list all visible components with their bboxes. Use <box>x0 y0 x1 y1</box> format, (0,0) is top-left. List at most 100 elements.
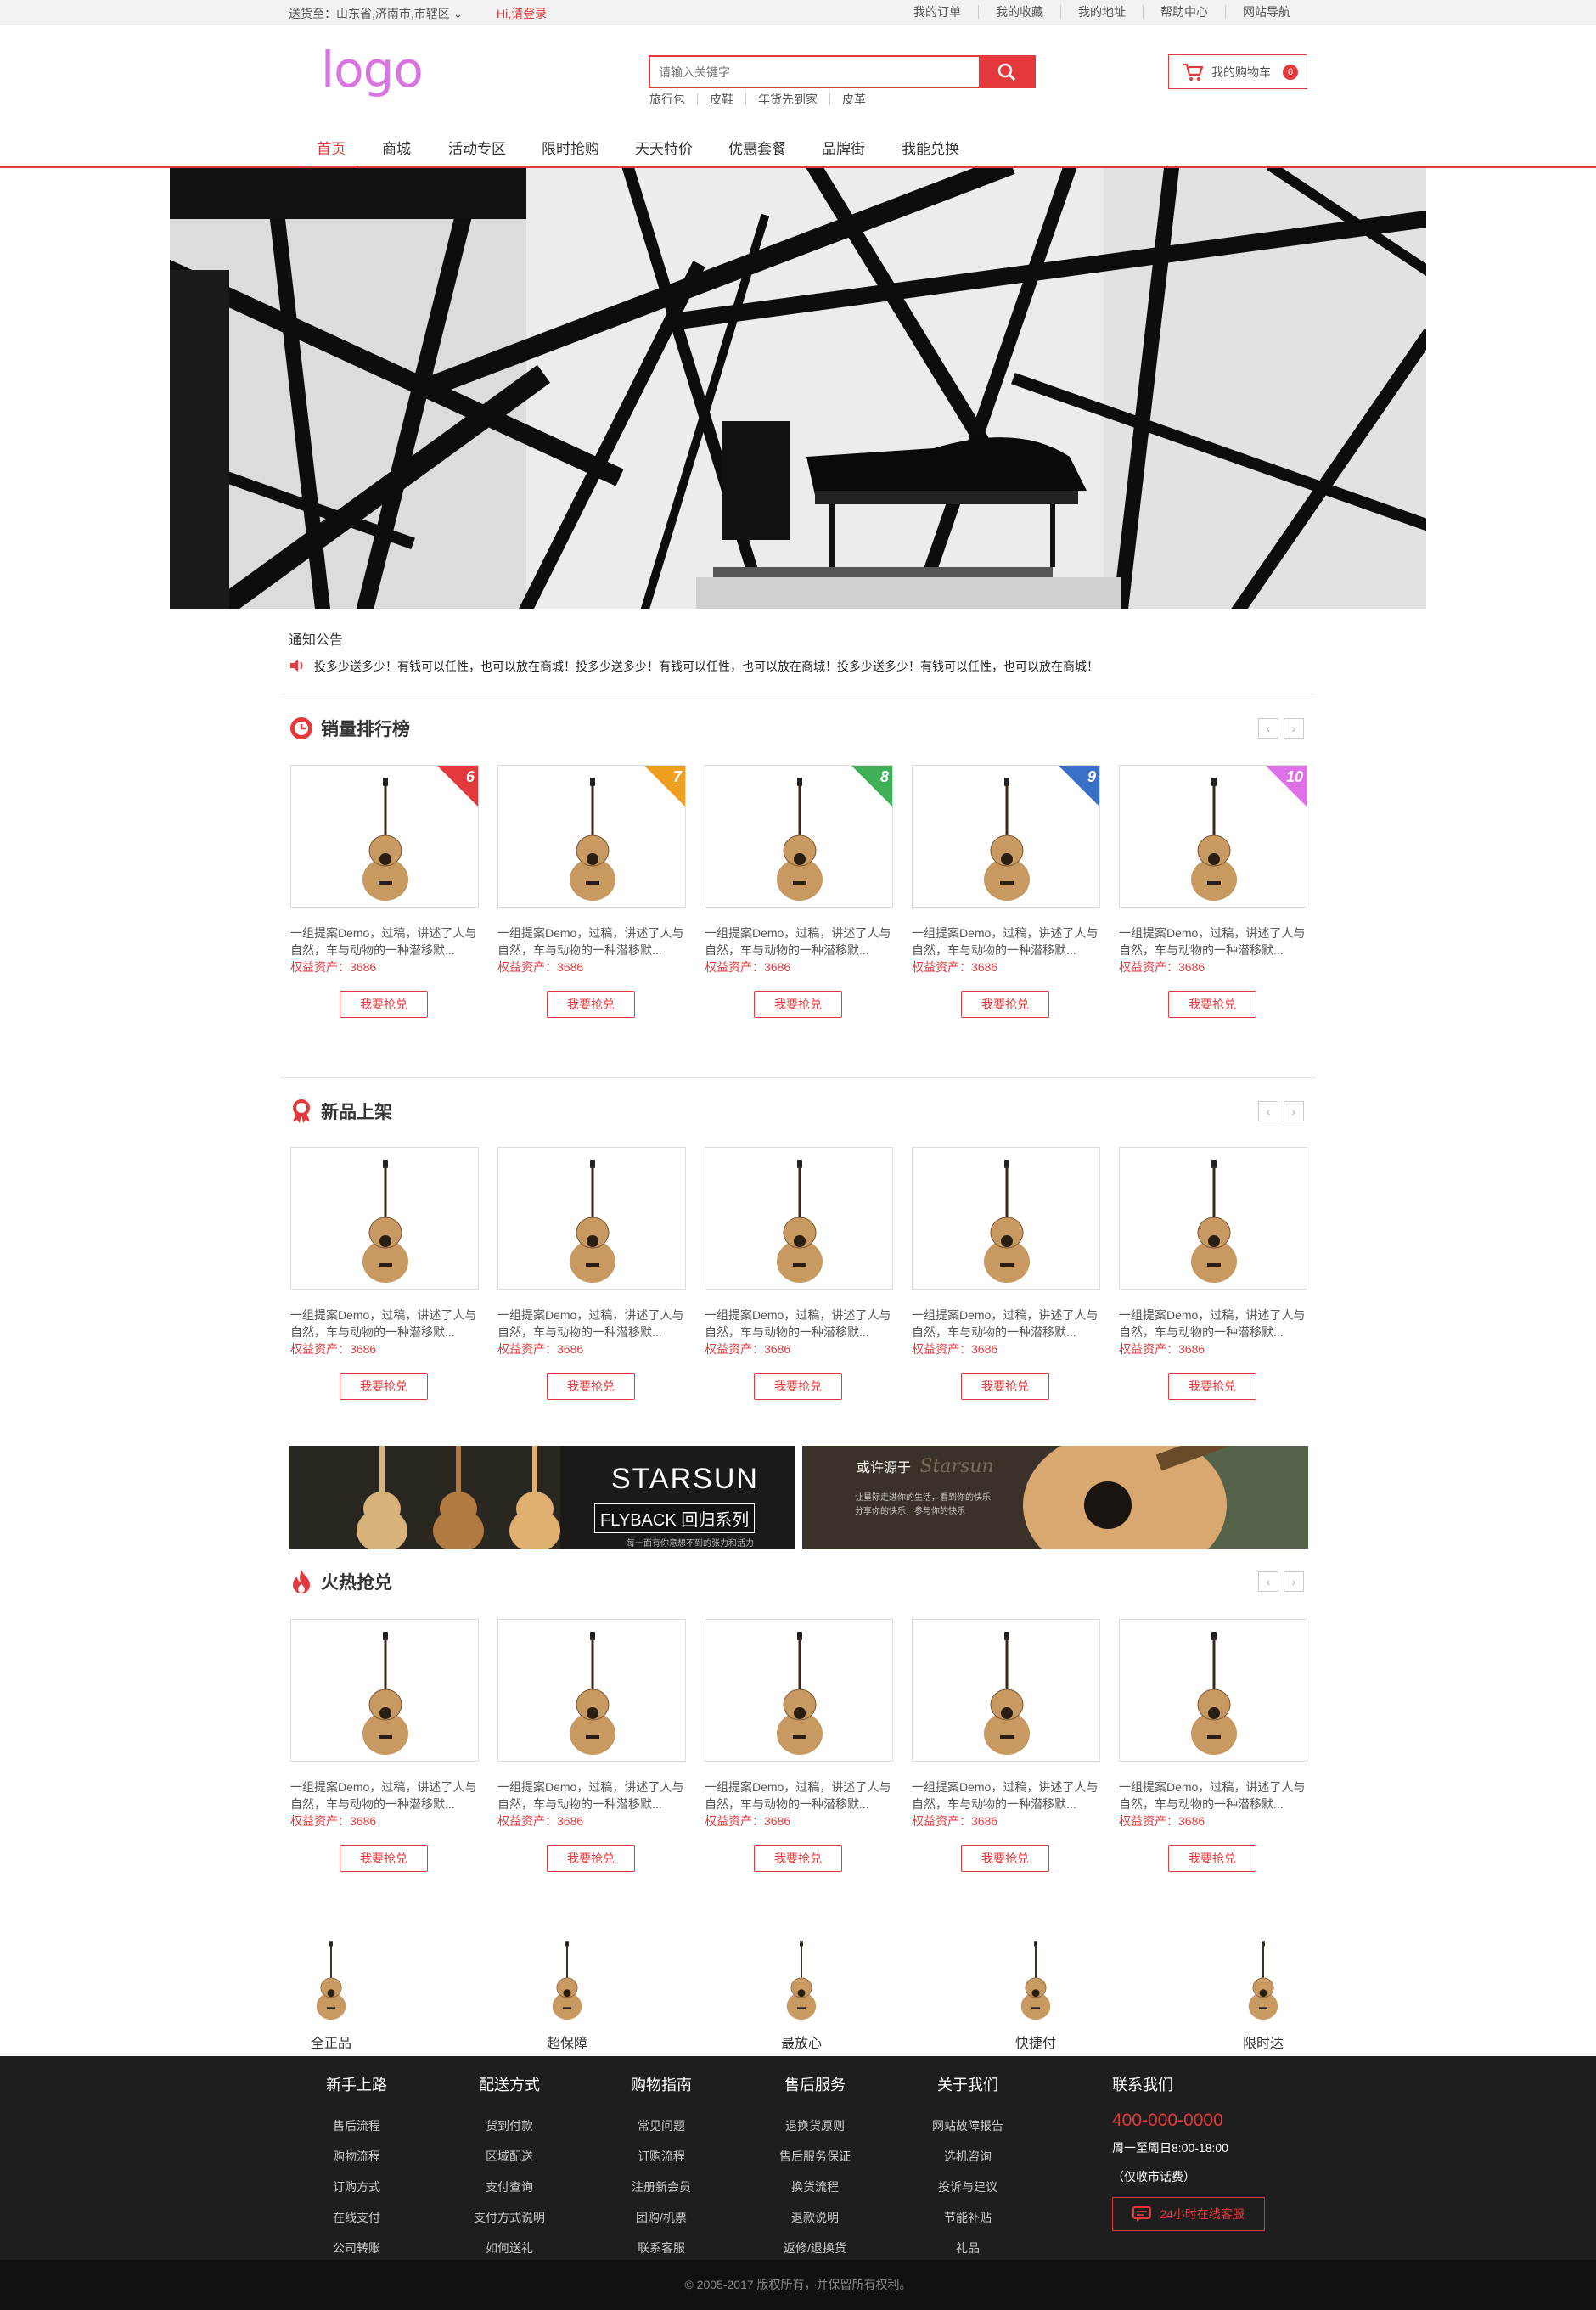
footer-link[interactable]: 售后流程 <box>301 2110 412 2141</box>
product-image[interactable] <box>705 1619 893 1762</box>
notice-text[interactable]: 投多少送多少！有钱可以任性，也可以放在商城！投多少送多少！有钱可以任性，也可以放… <box>314 658 1099 675</box>
product-image[interactable] <box>705 1147 893 1290</box>
exchange-button[interactable]: 我要抢兑 <box>754 991 842 1018</box>
product-description[interactable]: 一组提案Demo，过稿，讲述了人与自然，车与动物的一种潜移默... <box>705 925 895 958</box>
search-button[interactable] <box>979 55 1035 88</box>
exchange-button[interactable]: 我要抢兑 <box>547 991 635 1018</box>
search-input[interactable] <box>650 57 978 87</box>
product-image[interactable]: 8 <box>705 765 893 908</box>
product-image[interactable] <box>290 1619 479 1762</box>
logo[interactable]: logo <box>321 41 424 98</box>
product-image[interactable] <box>912 1619 1100 1762</box>
prev-arrow-icon[interactable]: ‹ <box>1258 1101 1278 1121</box>
footer-link[interactable]: 退换货原则 <box>760 2110 870 2141</box>
product-image[interactable] <box>912 1147 1100 1290</box>
product-description[interactable]: 一组提案Demo，过稿，讲述了人与自然，车与动物的一种潜移默... <box>290 1307 480 1340</box>
product-image[interactable] <box>1119 1147 1307 1290</box>
product-description[interactable]: 一组提案Demo，过稿，讲述了人与自然，车与动物的一种潜移默... <box>705 1779 895 1813</box>
prev-arrow-icon[interactable]: ‹ <box>1258 718 1278 739</box>
footer-link[interactable]: 支付方式说明 <box>454 2202 565 2233</box>
product-image[interactable] <box>497 1147 686 1290</box>
footer-link[interactable]: 投诉与建议 <box>913 2172 1023 2202</box>
footer-link[interactable]: 公司转账 <box>301 2233 412 2263</box>
my-favorites-link[interactable]: 我的收藏 <box>978 5 1060 19</box>
product-description[interactable]: 一组提案Demo，过稿，讲述了人与自然，车与动物的一种潜移默... <box>290 925 480 958</box>
nav-brands[interactable]: 品牌街 <box>822 137 865 158</box>
nav-activity[interactable]: 活动专区 <box>448 137 506 158</box>
product-description[interactable]: 一组提案Demo，过稿，讲述了人与自然，车与动物的一种潜移默... <box>497 1307 688 1340</box>
exchange-button[interactable]: 我要抢兑 <box>1168 1373 1256 1400</box>
hot-word[interactable]: 皮革 <box>829 93 878 105</box>
product-image[interactable] <box>497 1619 686 1762</box>
exchange-button[interactable]: 我要抢兑 <box>1168 1845 1256 1872</box>
nav-home[interactable]: 首页 <box>317 137 346 158</box>
product-description[interactable]: 一组提案Demo，过稿，讲述了人与自然，车与动物的一种潜移默... <box>912 1779 1102 1813</box>
my-address-link[interactable]: 我的地址 <box>1060 5 1143 19</box>
footer-link[interactable]: 返修/退换货 <box>760 2233 870 2263</box>
exchange-button[interactable]: 我要抢兑 <box>754 1373 842 1400</box>
nav-combo[interactable]: 优惠套餐 <box>728 137 786 158</box>
footer-link[interactable]: 支付查询 <box>454 2172 565 2202</box>
product-image[interactable] <box>1119 1619 1307 1762</box>
exchange-button[interactable]: 我要抢兑 <box>1168 991 1256 1018</box>
hero-banner[interactable] <box>170 168 1426 609</box>
product-description[interactable]: 一组提案Demo，过稿，讲述了人与自然，车与动物的一种潜移默... <box>1119 1307 1309 1340</box>
footer-link[interactable]: 区域配送 <box>454 2141 565 2172</box>
footer-link[interactable]: 如何送礼 <box>454 2233 565 2263</box>
product-description[interactable]: 一组提案Demo，过稿，讲述了人与自然，车与动物的一种潜移默... <box>497 925 688 958</box>
exchange-button[interactable]: 我要抢兑 <box>961 1845 1049 1872</box>
exchange-button[interactable]: 我要抢兑 <box>547 1845 635 1872</box>
hot-word[interactable]: 皮鞋 <box>697 93 745 105</box>
next-arrow-icon[interactable]: › <box>1284 1101 1304 1121</box>
prev-arrow-icon[interactable]: ‹ <box>1258 1571 1278 1592</box>
exchange-button[interactable]: 我要抢兑 <box>340 1845 428 1872</box>
my-orders-link[interactable]: 我的订单 <box>896 5 978 19</box>
product-description[interactable]: 一组提案Demo，过稿，讲述了人与自然，车与动物的一种潜移默... <box>497 1779 688 1813</box>
footer-link[interactable]: 注册新会员 <box>606 2172 717 2202</box>
footer-link[interactable]: 退款说明 <box>760 2202 870 2233</box>
help-center-link[interactable]: 帮助中心 <box>1143 5 1225 19</box>
product-description[interactable]: 一组提案Demo，过稿，讲述了人与自然，车与动物的一种潜移默... <box>290 1779 480 1813</box>
product-description[interactable]: 一组提案Demo，过稿，讲述了人与自然，车与动物的一种潜移默... <box>912 925 1102 958</box>
footer-link[interactable]: 货到付款 <box>454 2110 565 2141</box>
site-nav-link[interactable]: 网站导航 <box>1225 5 1307 19</box>
next-arrow-icon[interactable]: › <box>1284 1571 1304 1592</box>
product-image[interactable]: 9 <box>912 765 1100 908</box>
footer-link[interactable]: 网站故障报告 <box>913 2110 1023 2141</box>
footer-link[interactable]: 售后服务保证 <box>760 2141 870 2172</box>
footer-link[interactable]: 团购/机票 <box>606 2202 717 2233</box>
footer-link[interactable]: 礼品 <box>913 2233 1023 2263</box>
ship-to-selector[interactable]: 送货至：山东省,济南市,市辖区 ⌄ <box>289 5 463 22</box>
product-image[interactable]: 6 <box>290 765 479 908</box>
nav-exchange[interactable]: 我能兑换 <box>902 137 959 158</box>
product-image[interactable] <box>290 1147 479 1290</box>
product-description[interactable]: 一组提案Demo，过稿，讲述了人与自然，车与动物的一种潜移默... <box>705 1307 895 1340</box>
nav-mall[interactable]: 商城 <box>382 137 411 158</box>
hot-word[interactable]: 年货先到家 <box>745 93 829 105</box>
exchange-button[interactable]: 我要抢兑 <box>961 991 1049 1018</box>
exchange-button[interactable]: 我要抢兑 <box>340 991 428 1018</box>
exchange-button[interactable]: 我要抢兑 <box>340 1373 428 1400</box>
footer-link[interactable]: 选机咨询 <box>913 2141 1023 2172</box>
product-description[interactable]: 一组提案Demo，过稿，讲述了人与自然，车与动物的一种潜移默... <box>1119 1779 1309 1813</box>
footer-link[interactable]: 联系客服 <box>606 2233 717 2263</box>
product-image[interactable]: 10 <box>1119 765 1307 908</box>
online-service-button[interactable]: 24小时在线客服 <box>1112 2197 1265 2231</box>
login-link[interactable]: Hi,请登录 <box>497 5 547 22</box>
promo-banner-starsun[interactable]: 或许源于 Starsun 让星际走进你的生活，看到你的快乐 分享你的快乐，参与你… <box>802 1446 1308 1549</box>
exchange-button[interactable]: 我要抢兑 <box>754 1845 842 1872</box>
promo-banner-flyback[interactable]: STARSUN FLYBACK 回归系列 每一面有你意想不到的张力和活力 <box>289 1446 795 1549</box>
footer-link[interactable]: 节能补贴 <box>913 2202 1023 2233</box>
footer-link[interactable]: 常见问题 <box>606 2110 717 2141</box>
footer-link[interactable]: 订购流程 <box>606 2141 717 2172</box>
hot-word[interactable]: 旅行包 <box>649 93 697 105</box>
footer-link[interactable]: 在线支付 <box>301 2202 412 2233</box>
footer-link[interactable]: 购物流程 <box>301 2141 412 2172</box>
product-description[interactable]: 一组提案Demo，过稿，讲述了人与自然，车与动物的一种潜移默... <box>1119 925 1309 958</box>
cart-button[interactable]: 我的购物车 0 <box>1168 54 1307 89</box>
footer-link[interactable]: 订购方式 <box>301 2172 412 2202</box>
exchange-button[interactable]: 我要抢兑 <box>961 1373 1049 1400</box>
footer-link[interactable]: 换货流程 <box>760 2172 870 2202</box>
next-arrow-icon[interactable]: › <box>1284 718 1304 739</box>
nav-flash-sale[interactable]: 限时抢购 <box>542 137 599 158</box>
